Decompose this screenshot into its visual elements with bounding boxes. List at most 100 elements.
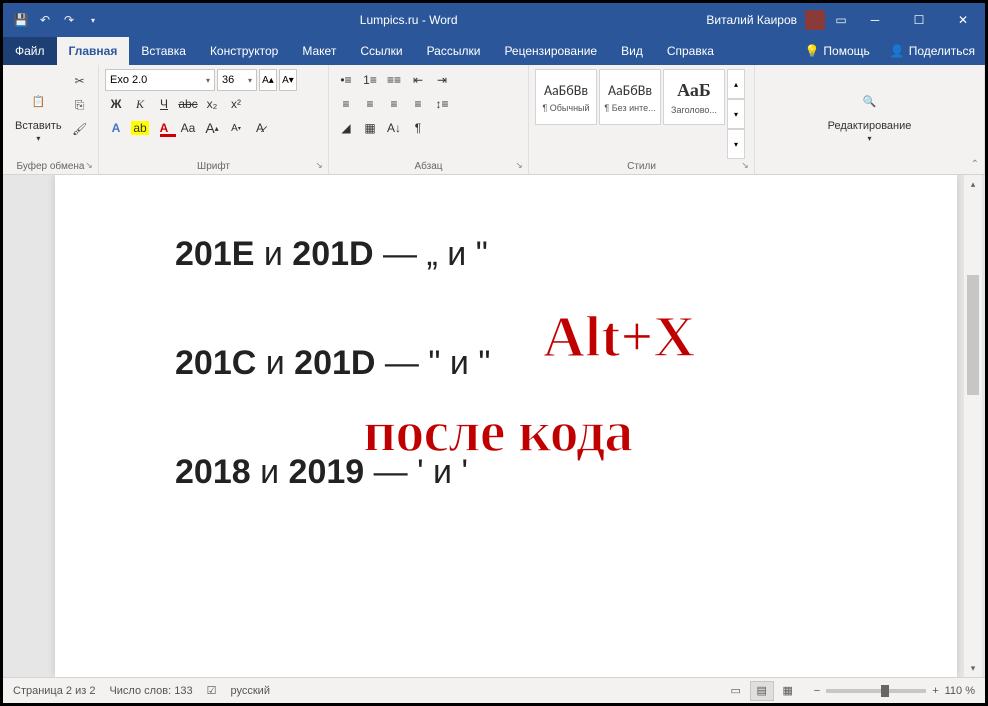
close-button[interactable]: ✕ — [941, 3, 985, 37]
scroll-down-icon[interactable]: ▾ — [964, 659, 982, 677]
zoom-out-button[interactable]: − — [814, 685, 820, 697]
clipboard-launcher-icon[interactable]: ↘ — [83, 159, 95, 171]
align-right-icon[interactable]: ≡ — [383, 93, 405, 115]
doc-line-1: 201E и 201D — „ и " — [175, 235, 837, 274]
paragraph-launcher-icon[interactable]: ↘ — [513, 159, 525, 171]
scroll-up-icon[interactable]: ▴ — [964, 175, 982, 193]
shrink-font-button[interactable]: A▾ — [279, 69, 297, 91]
tell-me[interactable]: 💡 Помощь — [794, 37, 879, 65]
change-case-button[interactable]: Aa — [177, 117, 199, 139]
style-name: ¶ Обычный — [542, 103, 589, 113]
clipboard-icon: 📋 — [22, 86, 54, 118]
subscript-button[interactable]: x₂ — [201, 93, 223, 115]
format-painter-icon[interactable]: 🖌 — [70, 119, 90, 139]
group-paragraph-label: Абзац — [335, 159, 522, 172]
styles-launcher-icon[interactable]: ↘ — [739, 159, 751, 171]
show-marks-icon[interactable]: ¶ — [407, 117, 429, 139]
vertical-scrollbar[interactable]: ▴ ▾ — [964, 175, 982, 677]
tab-references[interactable]: Ссылки — [348, 37, 414, 65]
status-language[interactable]: русский — [231, 685, 270, 697]
style-heading1[interactable]: АаБ Заголово... — [663, 69, 725, 125]
styles-more-icon[interactable]: ▾ — [727, 129, 745, 159]
decrease-indent-icon[interactable]: ⇤ — [407, 69, 429, 91]
lightbulb-icon: 💡 — [804, 44, 819, 58]
status-bar: Страница 2 из 2 Число слов: 133 ☑ русски… — [3, 677, 985, 703]
read-mode-icon[interactable]: ▭ — [724, 681, 748, 701]
minimize-button[interactable]: ─ — [853, 3, 897, 37]
spellcheck-icon[interactable]: ☑ — [207, 684, 217, 697]
page[interactable]: 201E и 201D — „ и " 201C и 201D — " и " … — [55, 175, 957, 677]
sort-icon[interactable]: A↓ — [383, 117, 405, 139]
chevron-down-icon: ▾ — [867, 134, 871, 143]
bullets-icon[interactable]: •≡ — [335, 69, 357, 91]
grow-font-button[interactable]: A▴ — [259, 69, 277, 91]
align-left-icon[interactable]: ≡ — [335, 93, 357, 115]
zoom-level[interactable]: 110 % — [945, 685, 975, 697]
tab-file[interactable]: Файл — [3, 37, 57, 65]
tab-home[interactable]: Главная — [57, 37, 130, 65]
style-gallery: АаБбВв ¶ Обычный АаБбВв ¶ Без инте... Аа… — [535, 69, 745, 159]
tab-review[interactable]: Рецензирование — [492, 37, 609, 65]
shading-icon[interactable]: ◢ — [335, 117, 357, 139]
share-button[interactable]: 👤 Поделиться — [880, 37, 985, 65]
zoom-thumb[interactable] — [881, 685, 889, 697]
styles-up-icon[interactable]: ▴ — [727, 69, 745, 99]
numbering-icon[interactable]: 1≡ — [359, 69, 381, 91]
underline-button[interactable]: Ч — [153, 93, 175, 115]
font-launcher-icon[interactable]: ↘ — [313, 159, 325, 171]
tab-layout[interactable]: Макет — [290, 37, 348, 65]
styles-down-icon[interactable]: ▾ — [727, 99, 745, 129]
clear-formatting-icon[interactable]: A̷ — [249, 117, 271, 139]
print-layout-icon[interactable]: ▤ — [750, 681, 774, 701]
qat-more-icon[interactable]: ▾ — [85, 12, 101, 28]
redo-icon[interactable]: ↷ — [61, 12, 77, 28]
editing-button[interactable]: 🔍 Редактирование ▾ — [822, 69, 918, 159]
italic-button[interactable]: К — [129, 93, 151, 115]
avatar[interactable] — [805, 10, 825, 30]
group-paragraph: •≡ 1≡ ≡≡ ⇤ ⇥ ≡ ≡ ≡ ≡ ↕≡ ◢ ▦ A↓ ¶ Абзац ↘ — [329, 65, 529, 174]
zoom-in-button[interactable]: + — [932, 685, 938, 697]
maximize-button[interactable]: ☐ — [897, 3, 941, 37]
style-no-spacing[interactable]: АаБбВв ¶ Без инте... — [599, 69, 661, 125]
view-buttons: ▭ ▤ ▦ — [724, 681, 800, 701]
undo-icon[interactable]: ↶ — [37, 12, 53, 28]
strike-button[interactable]: abc — [177, 93, 199, 115]
save-icon[interactable]: 💾 — [13, 12, 29, 28]
paste-button[interactable]: 📋 Вставить ▾ — [9, 69, 68, 159]
highlight-button[interactable]: ab — [129, 117, 151, 139]
status-page[interactable]: Страница 2 из 2 — [13, 685, 95, 697]
ribbon-options-icon[interactable]: ▭ — [833, 12, 849, 28]
chevron-down-icon: ▾ — [206, 76, 210, 85]
web-layout-icon[interactable]: ▦ — [776, 681, 800, 701]
bold-button[interactable]: Ж — [105, 93, 127, 115]
tab-help[interactable]: Справка — [655, 37, 726, 65]
collapse-ribbon-icon[interactable]: ⌃ — [971, 159, 979, 170]
doc-line-2: 201C и 201D — " и " — [175, 344, 837, 383]
user-name[interactable]: Виталий Каиров — [706, 13, 797, 27]
superscript-button[interactable]: x² — [225, 93, 247, 115]
font-size-combo[interactable]: 36 ▾ — [217, 69, 257, 91]
align-center-icon[interactable]: ≡ — [359, 93, 381, 115]
doc-line-3: 2018 и 2019 — ' и ' — [175, 453, 837, 492]
style-normal[interactable]: АаБбВв ¶ Обычный — [535, 69, 597, 125]
tab-view[interactable]: Вид — [609, 37, 655, 65]
zoom-slider[interactable] — [826, 689, 926, 693]
increase-indent-icon[interactable]: ⇥ — [431, 69, 453, 91]
scroll-thumb[interactable] — [967, 275, 979, 395]
cut-icon[interactable]: ✂ — [70, 71, 90, 91]
group-font-label: Шрифт — [105, 159, 322, 172]
copy-icon[interactable]: ⎘ — [70, 95, 90, 115]
borders-icon[interactable]: ▦ — [359, 117, 381, 139]
shrink-font-icon[interactable]: A▾ — [225, 117, 247, 139]
line-spacing-icon[interactable]: ↕≡ — [431, 93, 453, 115]
grow-font-icon[interactable]: A▴ — [201, 117, 223, 139]
tab-mailings[interactable]: Рассылки — [415, 37, 493, 65]
tab-design[interactable]: Конструктор — [198, 37, 290, 65]
font-name-combo[interactable]: Exo 2.0 ▾ — [105, 69, 215, 91]
text-effects-button[interactable]: A — [105, 117, 127, 139]
multilevel-icon[interactable]: ≡≡ — [383, 69, 405, 91]
justify-icon[interactable]: ≡ — [407, 93, 429, 115]
font-color-button[interactable]: A — [153, 117, 175, 139]
tab-insert[interactable]: Вставка — [129, 37, 198, 65]
status-words[interactable]: Число слов: 133 — [109, 685, 192, 697]
